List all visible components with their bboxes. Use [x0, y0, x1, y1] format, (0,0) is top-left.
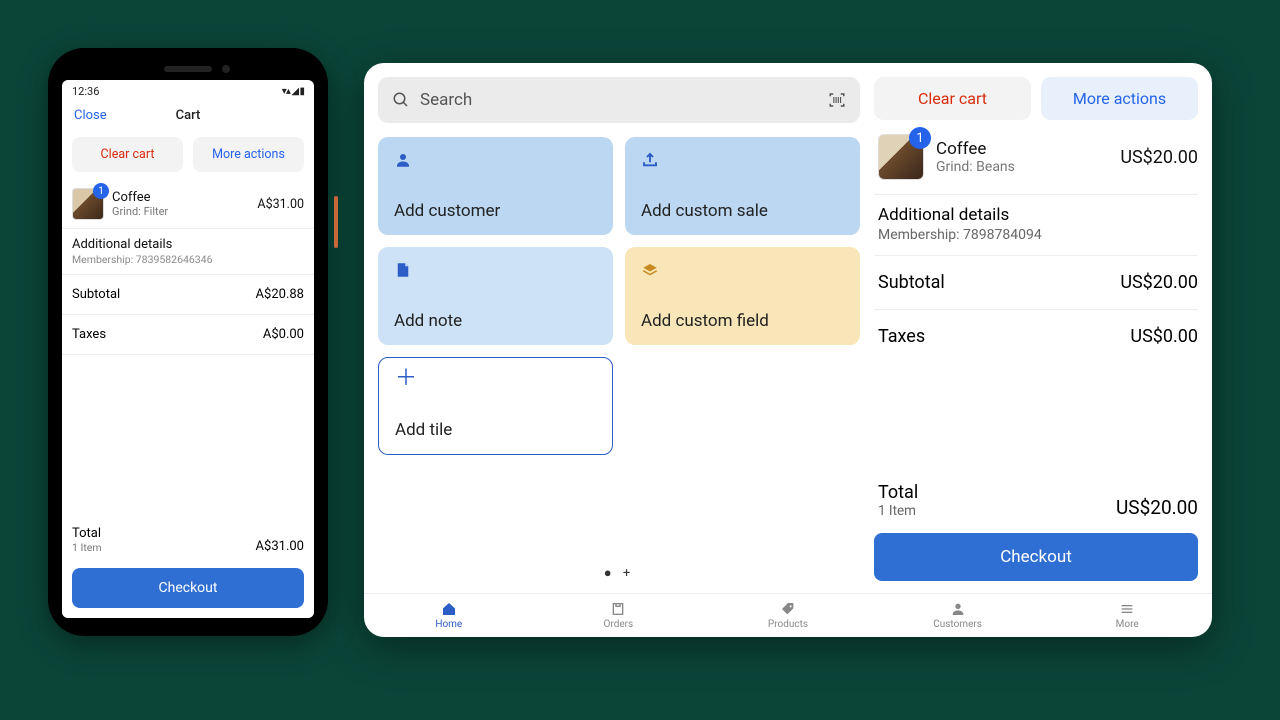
note-icon — [394, 261, 412, 279]
cart-header: Close Cart — [62, 102, 314, 129]
nav-home[interactable]: Home — [364, 594, 534, 637]
tile-label: Add customer — [394, 201, 597, 221]
phone-frame: 12:36 ▾▴ ◢ ▮ Close Cart Clear cart More … — [48, 48, 328, 636]
phone-power-button — [334, 196, 338, 248]
cart-panel: Clear cart More actions 1 Coffee Grind: … — [874, 63, 1212, 593]
main-panel: Search Add customer Add custom sale Add … — [364, 63, 874, 593]
subtotal-label: Subtotal — [72, 287, 120, 302]
taxes-label: Taxes — [878, 326, 925, 347]
tile-label: Add custom sale — [641, 201, 844, 221]
nav-products[interactable]: Products — [703, 594, 873, 637]
product-variant: Grind: Filter — [112, 205, 249, 218]
subtotal-value: US$20.00 — [1120, 272, 1198, 293]
tag-icon — [780, 601, 796, 617]
status-icons: ▾▴ ◢ ▮ — [282, 86, 304, 97]
nav-label: More — [1116, 619, 1139, 630]
checkout-button[interactable]: Checkout — [874, 533, 1198, 581]
nav-orders[interactable]: Orders — [534, 594, 704, 637]
total-item-count: 1 Item — [72, 541, 102, 554]
search-icon — [392, 91, 410, 109]
cart-item[interactable]: 1 Coffee Grind: Filter A$31.00 — [62, 180, 314, 229]
subtotal-value: A$20.88 — [256, 287, 304, 302]
additional-details[interactable]: Additional details Membership: 789878409… — [874, 195, 1198, 256]
clear-cart-button[interactable]: Clear cart — [874, 77, 1031, 120]
line-price: A$31.00 — [257, 197, 304, 212]
search-bar[interactable]: Search — [378, 77, 860, 123]
page-indicator[interactable]: ● + — [378, 553, 860, 593]
taxes-row: Taxes A$0.00 — [62, 315, 314, 355]
product-variant: Grind: Beans — [936, 159, 1108, 175]
nav-label: Orders — [604, 619, 634, 630]
barcode-icon[interactable] — [828, 91, 846, 109]
add-customer-tile[interactable]: Add customer — [378, 137, 613, 235]
nav-label: Customers — [933, 619, 982, 630]
phone-speaker — [164, 66, 212, 72]
clear-cart-button[interactable]: Clear cart — [72, 137, 183, 172]
add-tile-button[interactable]: ＋ Add tile — [378, 357, 613, 455]
total-label: Total — [72, 526, 102, 541]
customer-icon — [950, 601, 966, 617]
details-title: Additional details — [72, 237, 304, 252]
quantity-badge: 1 — [93, 183, 109, 199]
more-actions-button[interactable]: More actions — [193, 137, 304, 172]
nav-label: Home — [435, 619, 462, 630]
person-icon — [394, 151, 412, 169]
taxes-value: A$0.00 — [263, 327, 304, 342]
subtotal-label: Subtotal — [878, 272, 945, 293]
upload-icon — [641, 151, 659, 169]
plus-icon: ＋ — [395, 372, 596, 386]
total-value: US$20.00 — [1116, 496, 1198, 519]
tile-label: Add tile — [395, 420, 596, 440]
add-custom-field-tile[interactable]: Add custom field — [625, 247, 860, 345]
field-icon — [641, 261, 659, 279]
total-value: A$31.00 — [256, 539, 304, 554]
home-icon — [441, 601, 457, 617]
tablet-frame: Search Add customer Add custom sale Add … — [364, 63, 1212, 637]
orders-icon — [610, 601, 626, 617]
taxes-row: Taxes US$0.00 — [874, 310, 1198, 363]
menu-icon — [1119, 601, 1135, 617]
more-actions-button[interactable]: More actions — [1041, 77, 1198, 120]
tile-label: Add custom field — [641, 311, 844, 331]
home-indicator[interactable] — [143, 620, 233, 624]
subtotal-row: Subtotal A$20.88 — [62, 275, 314, 315]
close-button[interactable]: Close — [74, 108, 107, 123]
taxes-value: US$0.00 — [1130, 326, 1198, 347]
total-label: Total — [878, 482, 918, 503]
cart-item[interactable]: 1 Coffee Grind: Beans US$20.00 — [874, 120, 1198, 195]
product-thumbnail: 1 — [72, 188, 104, 220]
details-line: Membership: 7839582646346 — [72, 253, 304, 266]
taxes-label: Taxes — [72, 327, 106, 342]
search-placeholder: Search — [420, 90, 818, 110]
additional-details[interactable]: Additional details Membership: 783958264… — [62, 229, 314, 275]
status-time: 12:36 — [72, 85, 99, 98]
checkout-button[interactable]: Checkout — [72, 568, 304, 608]
product-thumbnail: 1 — [878, 134, 924, 180]
product-name: Coffee — [936, 139, 1108, 159]
nav-label: Products — [768, 619, 808, 630]
total-row: Total 1 Item US$20.00 — [874, 476, 1198, 529]
nav-customers[interactable]: Customers — [873, 594, 1043, 637]
quantity-badge: 1 — [909, 127, 931, 149]
add-note-tile[interactable]: Add note — [378, 247, 613, 345]
page-title: Cart — [176, 108, 201, 123]
nav-more[interactable]: More — [1042, 594, 1212, 637]
status-bar: 12:36 ▾▴ ◢ ▮ — [62, 80, 314, 102]
details-title: Additional details — [878, 205, 1198, 225]
total-item-count: 1 Item — [878, 503, 918, 519]
subtotal-row: Subtotal US$20.00 — [874, 256, 1198, 310]
product-name: Coffee — [112, 190, 249, 205]
tile-label: Add note — [394, 311, 597, 331]
bottom-nav: Home Orders Products Customers More — [364, 593, 1212, 637]
line-price: US$20.00 — [1120, 147, 1198, 168]
add-custom-sale-tile[interactable]: Add custom sale — [625, 137, 860, 235]
phone-screen: 12:36 ▾▴ ◢ ▮ Close Cart Clear cart More … — [62, 80, 314, 618]
total-row: Total 1 Item A$31.00 — [62, 520, 314, 562]
details-line: Membership: 7898784094 — [878, 227, 1198, 243]
